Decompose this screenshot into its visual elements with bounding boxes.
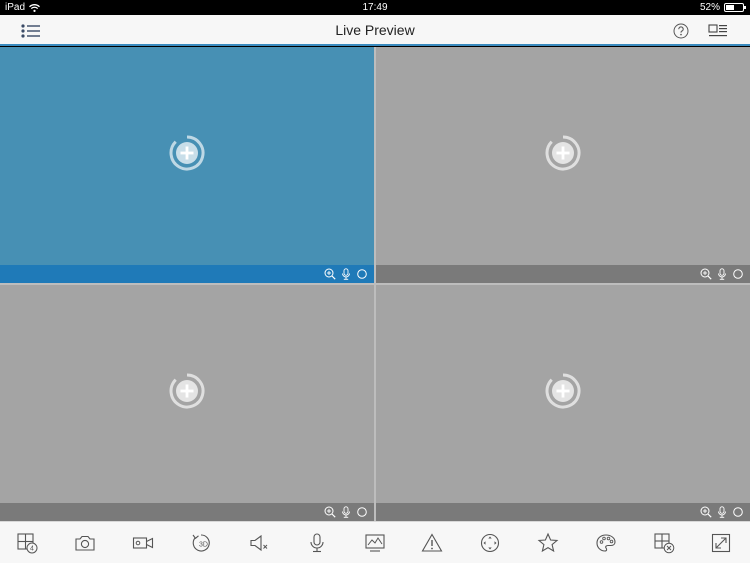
quality-monitor-icon[interactable] <box>363 531 387 555</box>
window-toolbar <box>0 265 374 283</box>
add-camera-icon[interactable] <box>168 372 206 410</box>
split-4-window-icon[interactable]: 4 <box>15 531 39 555</box>
window-toolbar <box>376 265 750 283</box>
speaker-mute-icon[interactable] <box>247 531 271 555</box>
window-toolbar <box>376 503 750 521</box>
record-dot-icon[interactable] <box>355 267 368 280</box>
window-layout-icon[interactable] <box>707 21 729 41</box>
3d-label: 3D <box>199 542 208 549</box>
fullscreen-icon[interactable] <box>709 531 733 555</box>
status-bar: iPad 17:49 52% <box>0 0 750 15</box>
alarm-warning-icon[interactable] <box>420 531 444 555</box>
3d-rotate-icon[interactable]: 3D <box>189 531 213 555</box>
zoom-in-icon[interactable] <box>699 505 712 518</box>
ptz-control-icon[interactable] <box>478 531 502 555</box>
video-window-2[interactable] <box>376 47 750 283</box>
video-window-1[interactable] <box>0 47 374 283</box>
navigation-bar: Live Preview <box>0 15 750 46</box>
microphone-icon[interactable] <box>715 505 728 518</box>
live-preview-grid <box>0 47 750 521</box>
zoom-in-icon[interactable] <box>699 267 712 280</box>
clock: 17:49 <box>362 2 388 13</box>
video-record-icon[interactable] <box>131 531 155 555</box>
battery-status: 52% <box>699 2 746 13</box>
record-dot-icon[interactable] <box>731 267 744 280</box>
add-camera-icon[interactable] <box>168 134 206 172</box>
microphone-icon[interactable] <box>305 531 329 555</box>
battery-percent: 52% <box>699 2 720 13</box>
microphone-icon[interactable] <box>339 267 352 280</box>
help-circle-icon[interactable] <box>670 21 692 41</box>
video-window-4[interactable] <box>376 285 750 521</box>
microphone-icon[interactable] <box>715 267 728 280</box>
add-camera-icon[interactable] <box>544 372 582 410</box>
close-all-windows-icon[interactable] <box>652 531 676 555</box>
record-dot-icon[interactable] <box>731 505 744 518</box>
battery-icon <box>724 3 746 12</box>
camera-snapshot-icon[interactable] <box>73 531 97 555</box>
page-title: Live Preview <box>335 22 415 38</box>
split-count-label: 4 <box>30 546 34 553</box>
color-palette-icon[interactable] <box>594 531 618 555</box>
video-window-3[interactable] <box>0 285 374 521</box>
zoom-in-icon[interactable] <box>323 267 336 280</box>
window-toolbar <box>0 503 374 521</box>
favorites-star-icon[interactable] <box>536 531 560 555</box>
bottom-toolbar: 4 3D <box>0 521 750 563</box>
record-dot-icon[interactable] <box>355 505 368 518</box>
add-camera-icon[interactable] <box>544 134 582 172</box>
microphone-icon[interactable] <box>339 505 352 518</box>
zoom-in-icon[interactable] <box>323 505 336 518</box>
